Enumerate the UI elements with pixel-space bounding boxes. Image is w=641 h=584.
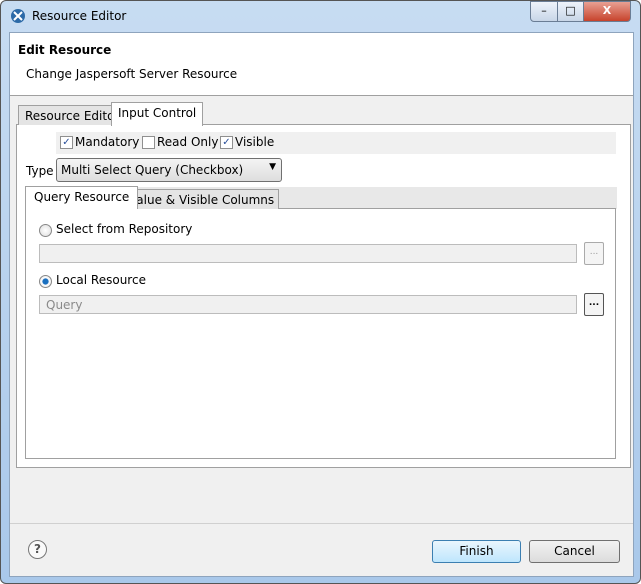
cancel-button[interactable]: Cancel: [529, 540, 620, 563]
header-subtitle: Change Jaspersoft Server Resource: [26, 67, 238, 81]
window-title: Resource Editor: [32, 9, 127, 23]
select-from-repository-label: Select from Repository: [56, 222, 193, 236]
mandatory-checkbox[interactable]: ✓: [60, 136, 73, 149]
minimize-button[interactable]: –: [530, 1, 558, 22]
local-resource-label: Local Resource: [56, 273, 146, 287]
tab-panel-query-resource: Select from Repository ... Local Resourc…: [25, 208, 616, 459]
repository-browse-button[interactable]: ...: [584, 242, 604, 265]
type-select-value: Multi Select Query (Checkbox): [61, 163, 244, 177]
jaspersoft-app-icon: [11, 9, 25, 23]
repository-path-field[interactable]: [39, 244, 577, 263]
tab-value-visible-columns[interactable]: Value & Visible Columns: [124, 189, 280, 209]
visible-checkbox[interactable]: ✓: [220, 136, 233, 149]
local-resource-radio[interactable]: [39, 275, 52, 288]
read-only-checkbox[interactable]: [142, 136, 155, 149]
flags-row: ✓ Mandatory Read Only ✓ Visible: [56, 132, 616, 154]
read-only-label: Read Only: [157, 135, 219, 149]
maximize-button[interactable]: □: [557, 1, 584, 22]
finish-button[interactable]: Finish: [432, 540, 521, 563]
header-title: Edit Resource: [18, 43, 112, 57]
tab-query-resource[interactable]: Query Resource: [25, 186, 139, 209]
dialog-header: Edit Resource Change Jaspersoft Server R…: [10, 33, 633, 96]
select-from-repository-radio[interactable]: [39, 224, 52, 237]
visible-label: Visible: [235, 135, 275, 149]
type-select[interactable]: Multi Select Query (Checkbox) ▼: [56, 158, 282, 182]
mandatory-label: Mandatory: [75, 135, 140, 149]
type-label: Type: [26, 164, 54, 178]
close-button[interactable]: X: [583, 1, 631, 22]
help-icon[interactable]: ?: [28, 540, 47, 559]
dialog-body: Edit Resource Change Jaspersoft Server R…: [9, 32, 634, 577]
local-resource-browse-button[interactable]: ...: [584, 293, 604, 316]
footer-separator: [10, 523, 633, 524]
tab-input-control[interactable]: Input Control: [111, 102, 204, 126]
chevron-down-icon: ▼: [269, 162, 276, 172]
local-resource-field[interactable]: Query: [39, 295, 577, 314]
